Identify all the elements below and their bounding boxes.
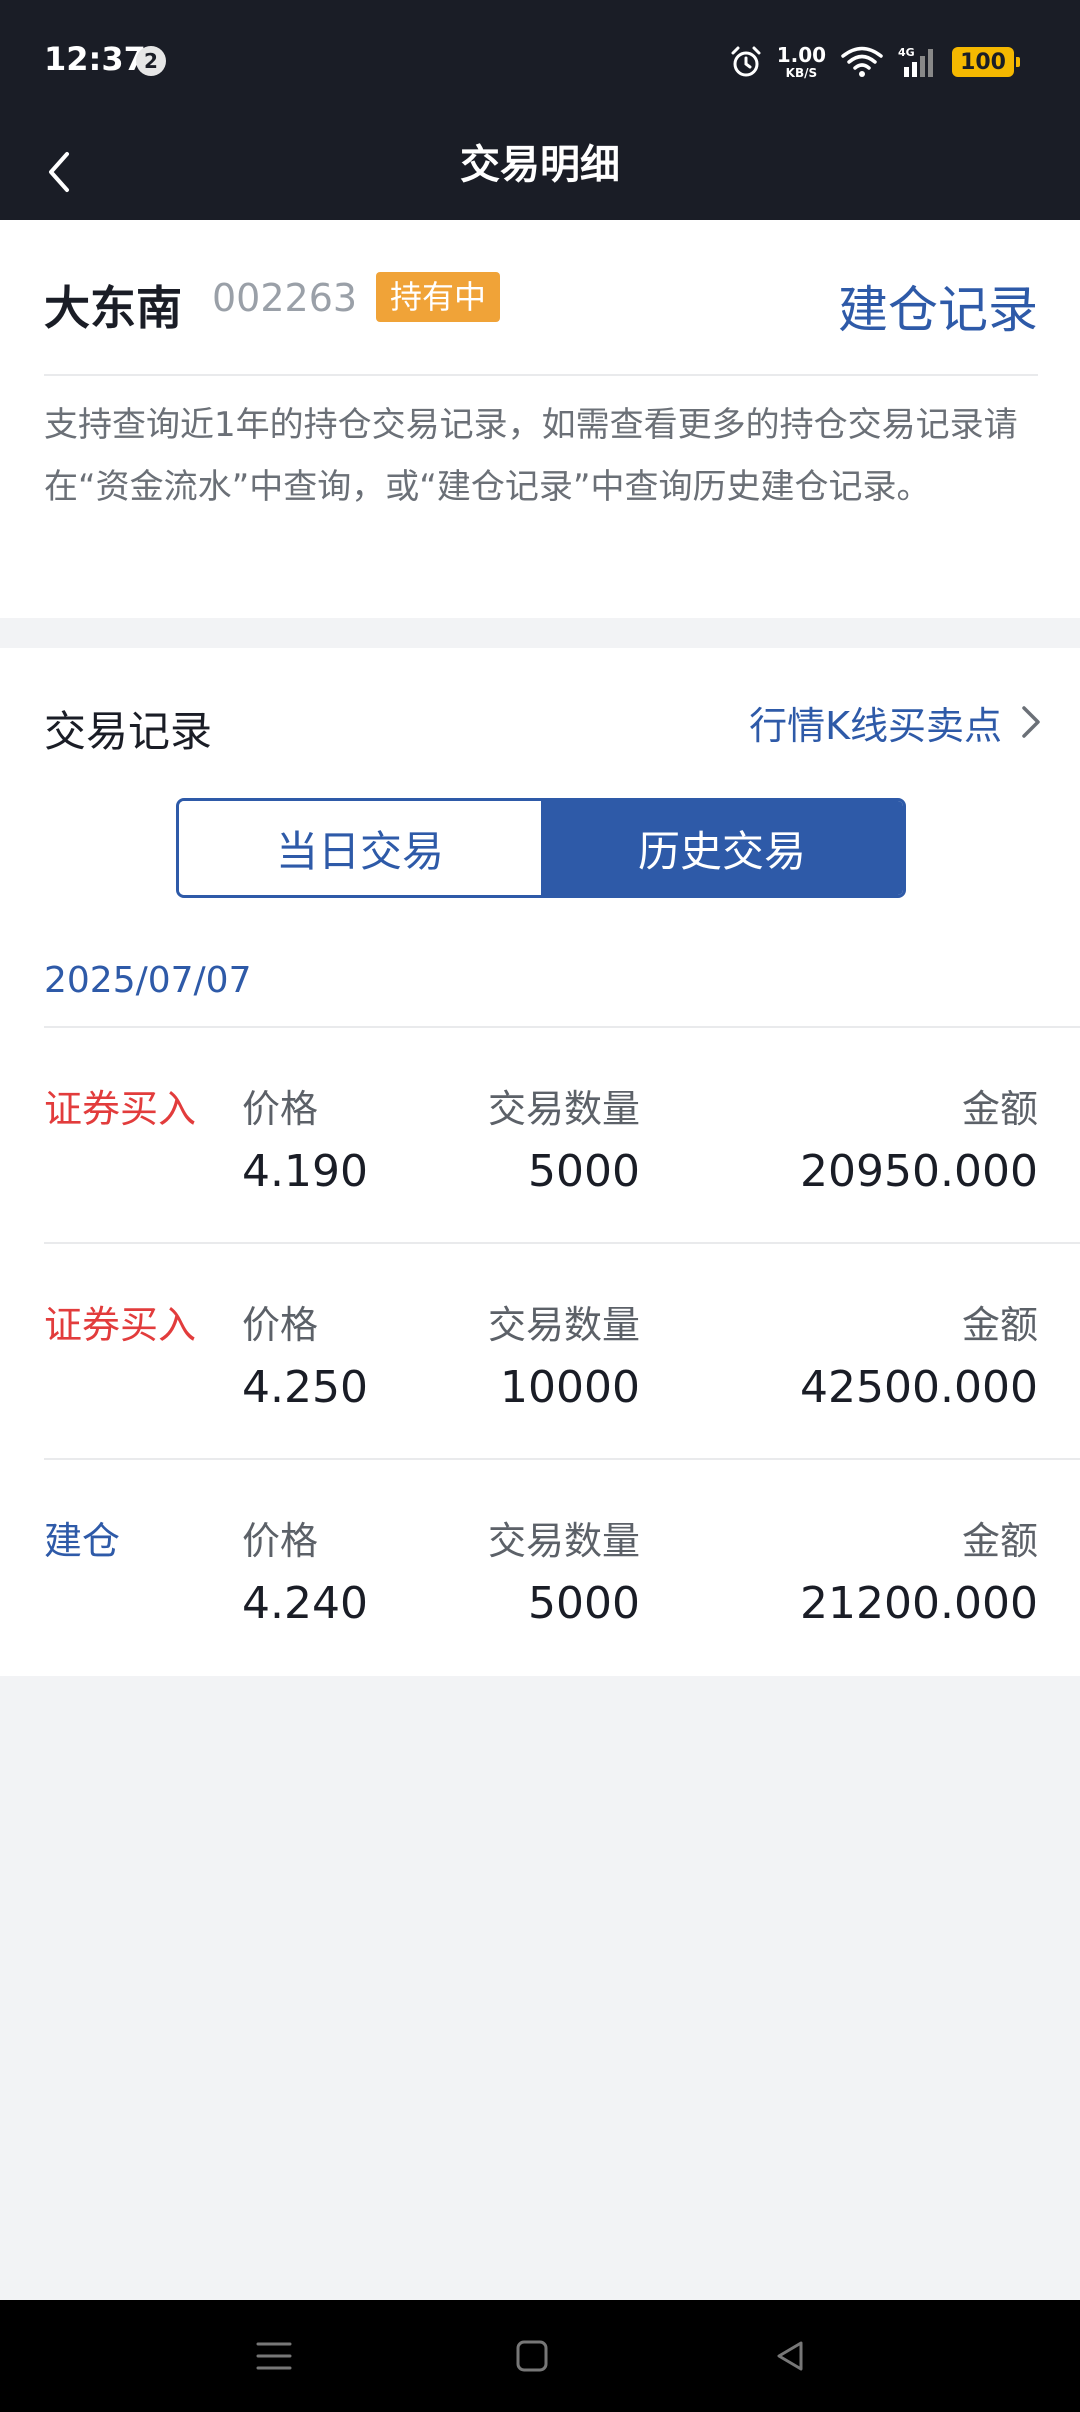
trade-date: 2025/07/07: [44, 960, 252, 1001]
status-time: 12:37: [44, 40, 146, 78]
battery-indicator: 100: [952, 47, 1020, 77]
chevron-right-icon: [1022, 706, 1040, 738]
cellular-signal-icon: 4G: [898, 46, 934, 77]
quantity-label: 交易数量: [487, 1303, 640, 1347]
trade-type: 证券买入: [44, 1087, 197, 1131]
amount-value: 20950.000: [800, 1146, 1038, 1197]
menu-icon: [256, 2342, 292, 2370]
amount-label: 金额: [961, 1087, 1038, 1131]
amount-value: 42500.000: [800, 1362, 1038, 1413]
trade-row[interactable]: 建仓 价格 交易数量 金额 4.240 5000 21200.000: [0, 1460, 1080, 1676]
system-back-button[interactable]: [762, 2328, 818, 2384]
wifi-icon: [841, 46, 883, 77]
section-title: 交易记录: [44, 707, 213, 756]
quantity-label: 交易数量: [487, 1087, 640, 1131]
back-icon: [777, 2341, 803, 2371]
trade-row[interactable]: 证券买入 价格 交易数量 金额 4.190 5000 20950.000: [0, 1028, 1080, 1244]
notification-count-badge: 2: [136, 46, 166, 76]
home-button[interactable]: [504, 2328, 560, 2384]
trade-type: 建仓: [44, 1519, 121, 1563]
net-speed-unit: KB/S: [785, 66, 818, 80]
status-bar: 12:37 2 1.00 KB/S 4G 100: [0, 0, 1080, 124]
price-label: 价格: [242, 1519, 319, 1563]
chevron-left-icon: [49, 152, 69, 192]
quantity-value: 10000: [500, 1362, 640, 1413]
tab-today-trades[interactable]: 当日交易: [179, 801, 541, 895]
tab-history-trades[interactable]: 历史交易: [541, 801, 903, 895]
amount-label: 金额: [961, 1519, 1038, 1563]
price-value: 4.240: [242, 1578, 368, 1629]
stock-info-card: 大东南 002263 持有中 建仓记录 支持查询近1年的持仓交易记录，如需查看更…: [0, 220, 1080, 618]
menu-button[interactable]: [246, 2328, 302, 2384]
price-value: 4.250: [242, 1362, 368, 1413]
status-icons: 1.00 KB/S 4G 100: [729, 40, 1020, 84]
net-speed: 1.00 KB/S: [777, 45, 826, 79]
quantity-label: 交易数量: [487, 1519, 640, 1563]
app-header: 交易明细: [0, 124, 1080, 220]
home-icon: [516, 2340, 548, 2372]
amount-value: 21200.000: [800, 1578, 1038, 1629]
notice-text: 支持查询近1年的持仓交易记录，如需查看更多的持仓交易记录请在“资金流水”中查询，…: [44, 405, 1018, 507]
stock-name: 大东南: [44, 281, 182, 335]
trade-records-card: 交易记录 行情K线买卖点 当日交易 历史交易 2025/07/07 证券买入 价…: [0, 648, 1080, 1676]
back-button[interactable]: [30, 144, 86, 200]
alarm-clock-icon: [731, 46, 761, 77]
kline-link-label: 行情K线买卖点: [749, 703, 1002, 748]
price-label: 价格: [242, 1087, 319, 1131]
trade-type: 证券买入: [44, 1303, 197, 1347]
system-nav-bar: [0, 2300, 1080, 2412]
stock-code: 002263: [212, 276, 358, 320]
kline-buy-sell-points-link[interactable]: 行情K线买卖点: [749, 692, 1046, 752]
price-value: 4.190: [242, 1146, 368, 1197]
price-label: 价格: [242, 1303, 319, 1347]
holding-status-badge: 持有中: [376, 272, 501, 322]
quantity-value: 5000: [528, 1578, 640, 1629]
page-title: 交易明细: [460, 142, 620, 188]
net-speed-value: 1.00: [776, 43, 827, 67]
open-position-record-link[interactable]: 建仓记录: [838, 270, 1038, 342]
amount-label: 金额: [961, 1303, 1038, 1347]
trade-period-tabs: 当日交易 历史交易: [176, 798, 906, 898]
trade-row[interactable]: 证券买入 价格 交易数量 金额 4.250 10000 42500.000: [0, 1244, 1080, 1460]
network-type-label: 4G: [898, 46, 915, 59]
divider: [44, 374, 1038, 376]
quantity-value: 5000: [528, 1146, 640, 1197]
